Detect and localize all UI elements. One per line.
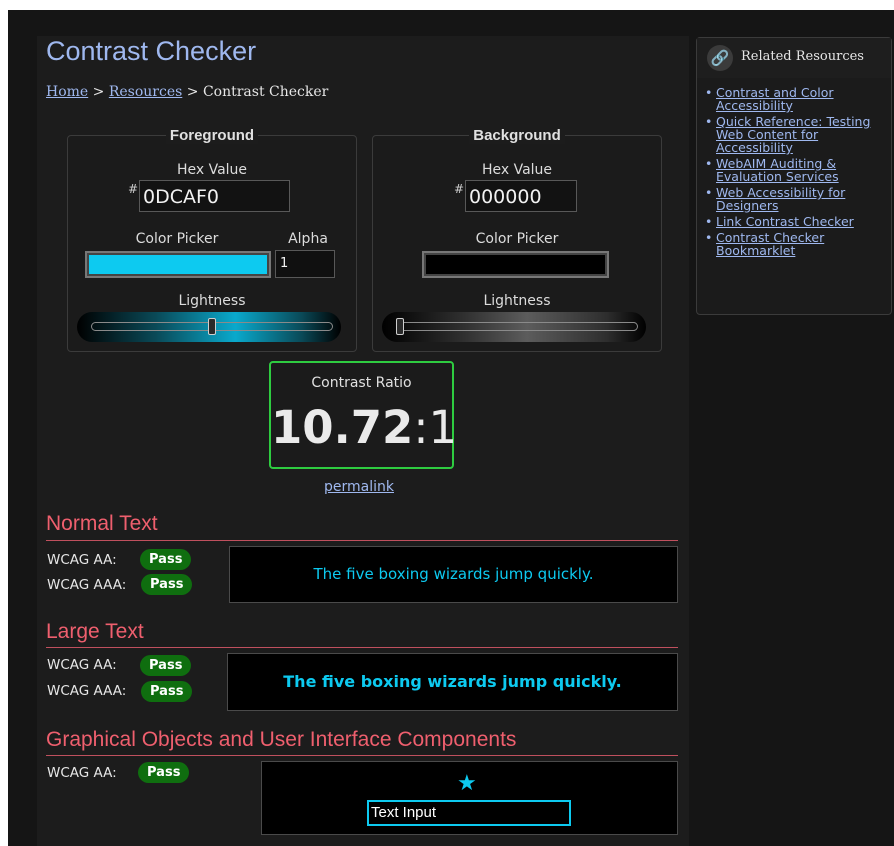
slider-rail	[396, 322, 638, 331]
related-link-item: Contrast Checker Bookmarklet	[705, 231, 889, 257]
related-link-item: Contrast and Color Accessibility	[705, 86, 889, 112]
contrast-ratio-value: 10.72:1	[271, 401, 457, 454]
background-lightness-slider[interactable]	[382, 312, 646, 342]
related-link-link-contrast-checker[interactable]: Link Contrast Checker	[716, 214, 854, 229]
graphical-objects-rule	[46, 755, 678, 756]
foreground-color-picker-label: Color Picker	[135, 231, 219, 247]
normal-aa-label: WCAG AA:	[47, 552, 117, 568]
background-hex-input[interactable]: 000000	[465, 180, 577, 212]
foreground-alpha-input[interactable]: 1	[275, 250, 335, 278]
large-aaa-label: WCAG AAA:	[47, 683, 127, 699]
graphical-aa-label: WCAG AA:	[47, 765, 117, 781]
background-hex-label: Hex Value	[481, 162, 553, 178]
related-link-bookmarklet[interactable]: Contrast Checker Bookmarklet	[716, 230, 824, 258]
star-icon: ★	[457, 771, 477, 796]
breadcrumb: Home > Resources > Contrast Checker	[46, 84, 328, 100]
foreground-panel: Foreground Hex Value # 0DCAF0 Color Pick…	[67, 127, 357, 352]
related-link-item: Quick Reference: Testing Web Content for…	[705, 115, 889, 154]
page-title: Contrast Checker	[46, 36, 257, 66]
foreground-lightness-thumb[interactable]	[208, 318, 216, 335]
breadcrumb-home-link[interactable]: Home	[46, 84, 88, 100]
related-resources-list: Contrast and Color Accessibility Quick R…	[705, 86, 889, 260]
breadcrumb-separator: >	[92, 84, 105, 100]
related-link-item: Web Accessibility for Designers	[705, 186, 889, 212]
breadcrumb-separator: >	[186, 84, 199, 100]
permalink-link[interactable]: permalink	[324, 479, 394, 495]
graphical-aa-pass-badge: Pass	[138, 762, 190, 783]
large-text-sample: The five boxing wizards jump quickly.	[227, 653, 678, 711]
breadcrumb-resources-link[interactable]: Resources	[109, 84, 182, 100]
breadcrumb-current: Contrast Checker	[202, 84, 329, 100]
background-color-picker[interactable]	[422, 251, 609, 278]
related-link-item: Link Contrast Checker	[705, 215, 889, 228]
foreground-hex-label: Hex Value	[176, 162, 248, 178]
large-aaa-pass-badge: Pass	[141, 681, 193, 702]
sample-text-input[interactable]: Text Input	[367, 800, 571, 826]
related-resources-panel: 🔗 Related Resources Contrast and Color A…	[696, 37, 892, 315]
foreground-alpha-label: Alpha	[288, 231, 328, 247]
normal-aaa-label: WCAG AAA:	[47, 577, 127, 593]
contrast-ratio-label: Contrast Ratio	[311, 375, 412, 391]
related-link-quick-reference[interactable]: Quick Reference: Testing Web Content for…	[716, 114, 870, 155]
contrast-ratio-box: Contrast Ratio 10.72:1	[269, 361, 457, 469]
related-link-contrast-color[interactable]: Contrast and Color Accessibility	[716, 85, 834, 113]
contrast-ratio-suffix: :1	[413, 401, 458, 454]
large-aa-pass-badge: Pass	[140, 655, 192, 676]
large-aa-label: WCAG AA:	[47, 657, 117, 673]
related-resources-header: 🔗 Related Resources	[697, 38, 891, 78]
background-lightness-label: Lightness	[483, 293, 551, 309]
related-link-auditing[interactable]: WebAIM Auditing & Evaluation Services	[716, 156, 839, 184]
foreground-legend: Foreground	[165, 127, 259, 144]
normal-aa-pass-badge: Pass	[140, 549, 192, 570]
normal-text-rule	[46, 540, 678, 541]
background-hash: #	[454, 182, 465, 196]
background-color-picker-label: Color Picker	[475, 231, 559, 247]
large-text-heading: Large Text	[46, 620, 144, 643]
contrast-ratio-number: 10.72	[271, 401, 414, 454]
related-link-designers[interactable]: Web Accessibility for Designers	[716, 185, 845, 213]
top-strip	[0, 0, 894, 10]
background-panel: Background Hex Value # 000000 Color Pick…	[372, 127, 662, 352]
foreground-color-picker[interactable]	[85, 251, 271, 278]
normal-aaa-pass-badge: Pass	[141, 574, 193, 595]
background-legend: Background	[469, 127, 565, 144]
related-resources-title: Related Resources	[741, 49, 864, 64]
graphical-objects-heading: Graphical Objects and User Interface Com…	[46, 728, 517, 751]
normal-text-heading: Normal Text	[46, 512, 158, 535]
foreground-hex-input[interactable]: 0DCAF0	[139, 180, 290, 212]
foreground-lightness-label: Lightness	[178, 293, 246, 309]
foreground-hash: #	[128, 182, 139, 196]
left-band	[0, 10, 8, 846]
normal-text-sample: The five boxing wizards jump quickly.	[229, 546, 678, 603]
related-link-item: WebAIM Auditing & Evaluation Services	[705, 157, 889, 183]
link-icon: 🔗	[707, 45, 733, 71]
foreground-lightness-slider[interactable]	[77, 312, 341, 342]
large-text-rule	[46, 647, 678, 648]
background-lightness-thumb[interactable]	[396, 318, 404, 335]
